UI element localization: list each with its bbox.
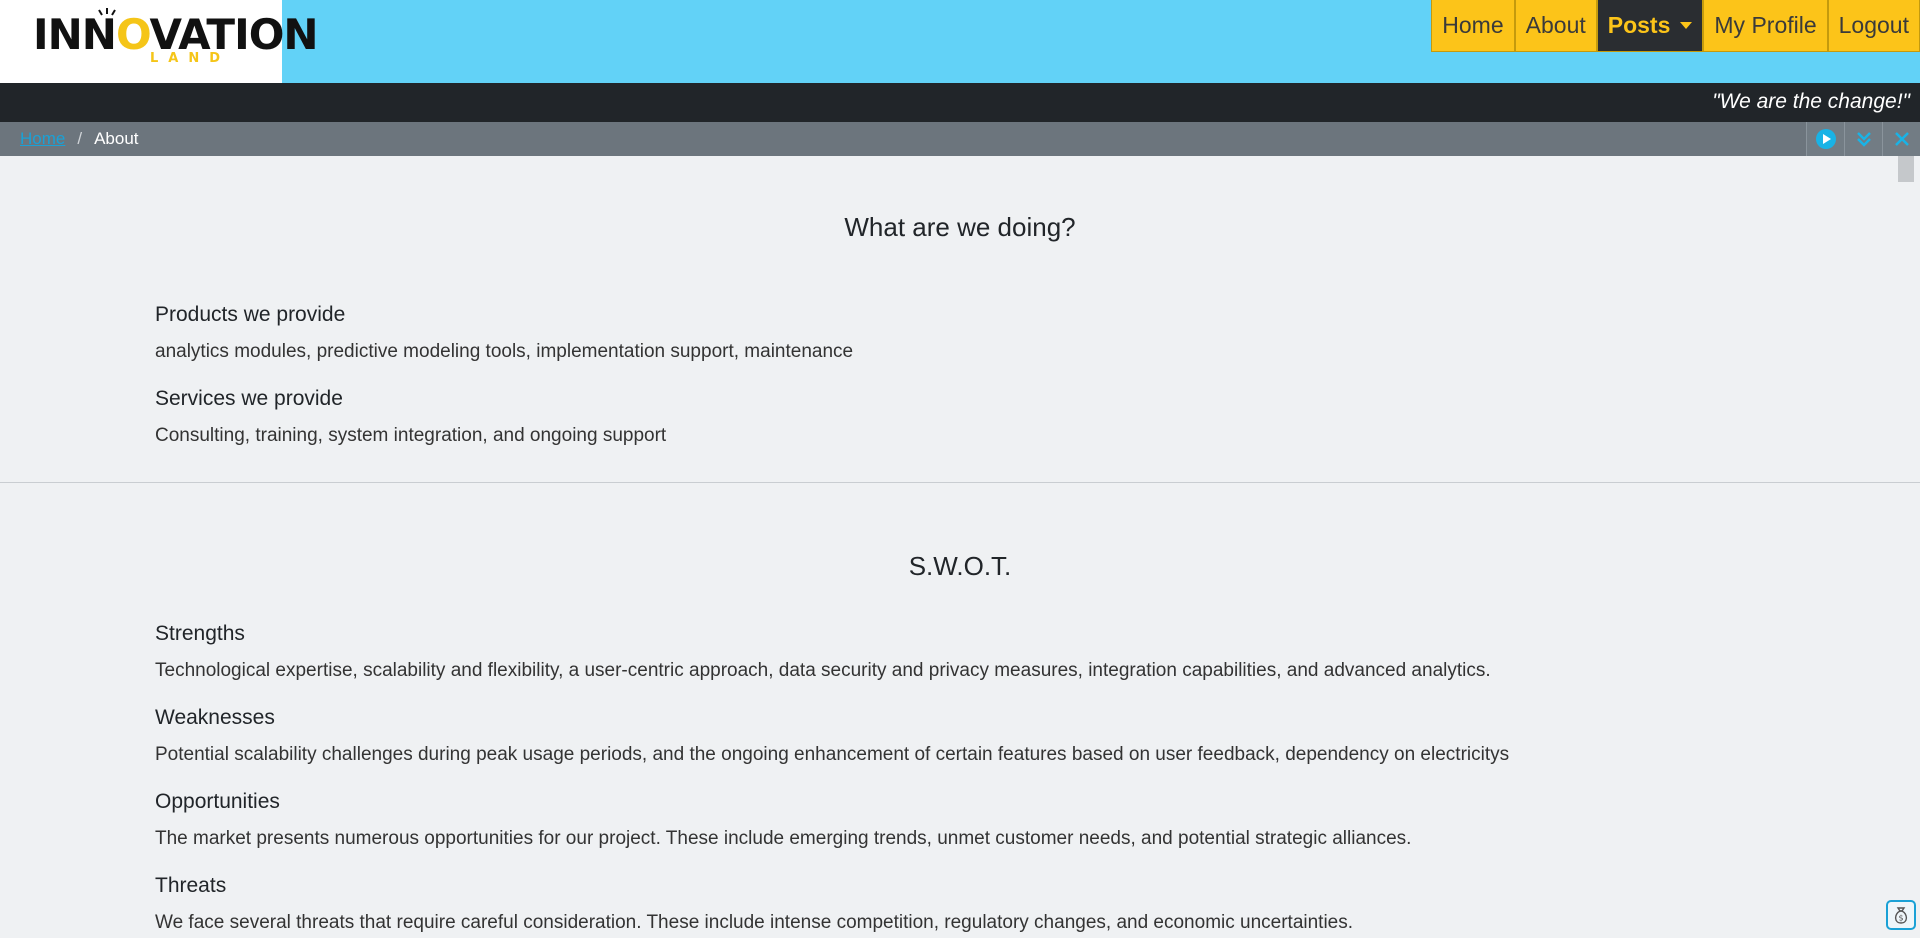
nav-my-profile[interactable]: My Profile [1703, 0, 1828, 52]
slogan: "We are the change!" [1712, 90, 1910, 113]
main-nav: Home About Posts My Profile Logout [1431, 0, 1920, 52]
close-button[interactable] [1882, 122, 1920, 156]
breadcrumb-bar: Home / About [0, 122, 1920, 156]
play-button[interactable] [1806, 122, 1844, 156]
products-title: Products we provide [155, 303, 346, 326]
close-icon [1894, 132, 1909, 146]
threats-title: Threats [155, 874, 227, 897]
swot-heading-wrap: S.W.O.T. [0, 551, 1920, 582]
caret-down-icon [1680, 22, 1693, 29]
play-icon [1815, 129, 1836, 149]
logo-subtext: LAND [150, 51, 231, 66]
expand-button[interactable] [1844, 122, 1882, 156]
slogan-bar: "We are the change!" [0, 83, 1920, 122]
scrollbar-thumb[interactable] [1898, 156, 1914, 182]
threats-text: We face several threats that require car… [155, 912, 1354, 933]
opportunities-title: Opportunities [155, 790, 280, 813]
strengths-text: Technological expertise, scalability and… [155, 660, 1491, 681]
logo[interactable]: INNOVATION LAND [0, 0, 319, 83]
nav-about[interactable]: About [1514, 0, 1597, 52]
weaknesses-title: Weaknesses [155, 706, 275, 729]
swot-heading: S.W.O.T. [908, 551, 1012, 581]
section-divider [0, 482, 1920, 483]
services-title: Services we provide [155, 387, 343, 410]
double-chevron-down-icon [1856, 132, 1871, 147]
nav-home[interactable]: Home [1431, 0, 1515, 52]
products-text: analytics modules, predictive modeling t… [155, 341, 854, 362]
strengths-title: Strengths [155, 622, 245, 645]
weaknesses-text: Potential scalability challenges during … [155, 744, 1510, 765]
nav-logout[interactable]: Logout [1827, 0, 1920, 52]
opportunities-text: The market presents numerous opportuniti… [155, 828, 1412, 849]
services-text: Consulting, training, system integration… [155, 425, 667, 446]
doing-section-heading-wrap: What are we doing? [0, 212, 1920, 243]
nav-posts-dropdown[interactable]: Posts [1596, 0, 1704, 52]
svg-text:$: $ [1898, 914, 1903, 923]
donate-button[interactable]: $ [1886, 900, 1916, 930]
doing-heading: What are we doing? [844, 212, 1076, 242]
breadcrumb-home-link[interactable]: Home [20, 129, 65, 149]
breadcrumb-current: About [94, 129, 139, 148]
breadcrumb: Home / About [20, 129, 139, 149]
player-controls [1806, 122, 1920, 156]
nav-posts-label: Posts [1607, 12, 1671, 38]
money-bag-icon: $ [1894, 907, 1908, 924]
breadcrumb-separator: / [77, 129, 83, 148]
